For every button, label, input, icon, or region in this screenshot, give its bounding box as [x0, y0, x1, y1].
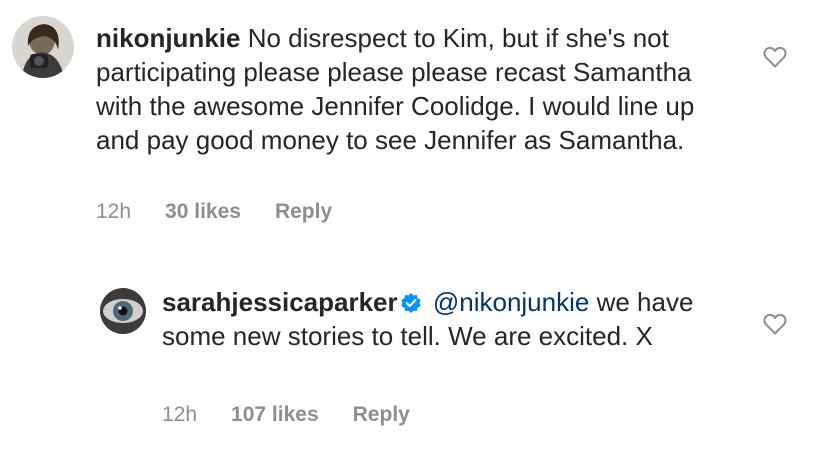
timestamp: 12h — [96, 200, 132, 223]
avatar[interactable] — [12, 16, 74, 78]
comment-meta: 12h 107 likes Reply — [162, 403, 410, 427]
comment-meta: 12h 30 likes Reply — [96, 200, 332, 224]
timestamp: 12h — [162, 403, 198, 426]
mention-link[interactable]: @nikonjunkie — [433, 287, 589, 317]
username[interactable]: sarahjessicaparker — [162, 287, 398, 317]
reply-button[interactable]: Reply — [353, 403, 410, 427]
avatar[interactable] — [100, 288, 146, 334]
heart-outline-icon[interactable] — [763, 313, 787, 340]
likes-count[interactable]: 30 likes — [165, 200, 241, 224]
username[interactable]: nikonjunkie — [96, 23, 240, 53]
verified-badge-icon — [400, 293, 421, 313]
comment-text: nikonjunkie No disrespect to Kim, but if… — [96, 21, 736, 157]
likes-count[interactable]: 107 likes — [231, 403, 319, 427]
heart-outline-icon[interactable] — [763, 46, 787, 73]
reply-button[interactable]: Reply — [275, 200, 332, 224]
comment-text: sarahjessicaparker @nikonjunkie we have … — [162, 285, 702, 353]
